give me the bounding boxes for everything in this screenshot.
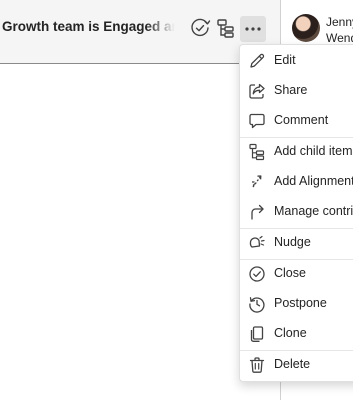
menu-item-add-alignment[interactable]: Add Alignment — [240, 167, 353, 197]
history-icon — [249, 297, 265, 313]
pencil-icon — [250, 53, 265, 68]
menu-item-label: Delete — [274, 357, 311, 371]
menu-item-label: Edit — [274, 53, 296, 67]
hierarchy-icon[interactable] — [215, 17, 237, 39]
menu-item-close[interactable]: Close — [240, 259, 353, 289]
avatar[interactable] — [292, 14, 320, 42]
menu-item-label: Close — [274, 266, 306, 280]
menu-item-share[interactable]: Share — [240, 76, 353, 106]
more-options-menu: Edit Share Comment Add child items Add A… — [239, 44, 353, 382]
page-title: Growth team is Engaged and Th — [2, 19, 180, 37]
menu-item-label: Nudge — [274, 235, 311, 249]
copy-icon — [250, 326, 264, 342]
owner-name: Jenny Wend — [326, 14, 353, 46]
hierarchy-icon — [249, 143, 265, 161]
menu-item-edit[interactable]: Edit — [240, 46, 353, 76]
menu-item-delete[interactable]: Delete — [240, 350, 353, 380]
menu-item-manage-contributors[interactable]: Manage contrib — [240, 197, 353, 227]
menu-item-label: Clone — [274, 326, 307, 340]
menu-item-nudge[interactable]: Nudge — [240, 228, 353, 258]
menu-item-label: Manage contrib — [274, 204, 353, 218]
menu-item-clone[interactable]: Clone — [240, 319, 353, 349]
menu-item-label: Add child items — [274, 144, 353, 158]
menu-item-label: Share — [274, 83, 308, 97]
comment-icon — [249, 113, 265, 129]
more-options-button[interactable] — [240, 16, 266, 42]
menu-item-label: Add Alignment — [274, 174, 353, 188]
menu-item-comment[interactable]: Comment — [240, 106, 353, 136]
menu-item-add-child-items[interactable]: Add child items — [240, 137, 353, 167]
menu-item-label: Postpone — [274, 296, 327, 310]
nudge-icon — [249, 235, 265, 248]
check-in-icon[interactable] — [189, 17, 211, 39]
item-header: Growth team is Engaged and Th — [0, 0, 280, 64]
checkmark-circle-icon — [249, 266, 265, 282]
title-fade — [146, 19, 180, 37]
share-icon — [249, 83, 265, 99]
ellipsis-icon — [245, 27, 261, 31]
menu-item-label: Comment — [274, 113, 329, 127]
menu-item-postpone[interactable]: Postpone — [240, 289, 353, 319]
alignment-icon — [252, 175, 262, 188]
forward-arrow-icon — [251, 204, 264, 220]
owner-name-line1: Jenny — [326, 15, 353, 29]
trash-icon — [249, 357, 265, 373]
